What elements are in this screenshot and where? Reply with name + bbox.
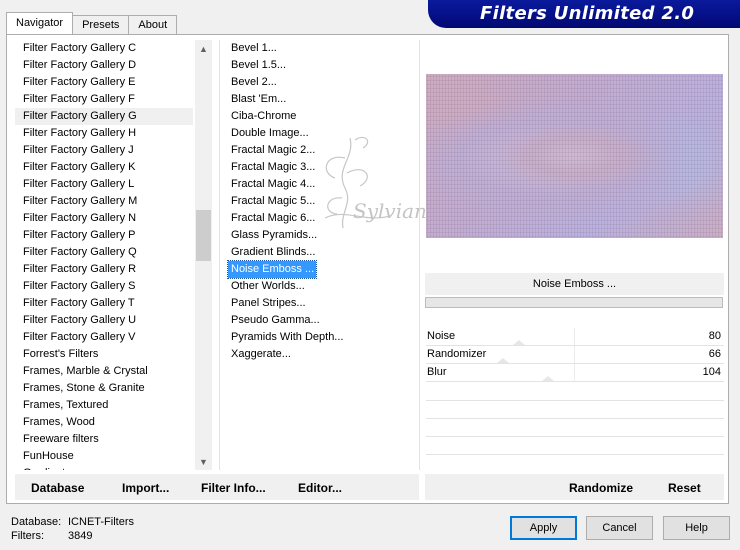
- empty-slider-row: [426, 454, 724, 455]
- category-item[interactable]: Filter Factory Gallery K: [15, 159, 193, 176]
- category-scrollbar[interactable]: ▲ ▼: [195, 40, 212, 470]
- filters-count-label: Filters:: [11, 530, 44, 542]
- import-button[interactable]: Import...: [122, 481, 169, 495]
- tab-strip: Navigator Presets About: [6, 12, 178, 34]
- category-item[interactable]: Filter Factory Gallery E: [15, 74, 193, 91]
- filter-item[interactable]: Bevel 2...: [228, 74, 418, 91]
- filter-item[interactable]: Pyramids With Depth...: [228, 329, 418, 346]
- category-item[interactable]: Filter Factory Gallery R: [15, 261, 193, 278]
- category-item[interactable]: Filter Factory Gallery V: [15, 329, 193, 346]
- slider-label: Blur: [427, 366, 447, 378]
- category-item[interactable]: Filter Factory Gallery S: [15, 278, 193, 295]
- filter-list[interactable]: Bevel 1... Bevel 1.5... Bevel 2... Blast 'E…: [227, 40, 418, 370]
- database-value: ICNET-Filters: [68, 516, 134, 528]
- category-item[interactable]: Filter Factory Gallery J: [15, 142, 193, 159]
- database-label: Database:: [11, 516, 62, 528]
- category-item[interactable]: Filter Factory Gallery N: [15, 210, 193, 227]
- randomize-button[interactable]: Randomize: [569, 481, 633, 495]
- slider-marker[interactable]: [542, 376, 554, 381]
- category-item[interactable]: Freeware filters: [15, 431, 193, 448]
- category-item[interactable]: Filter Factory Gallery L: [15, 176, 193, 193]
- slider-marker[interactable]: [497, 358, 509, 363]
- filter-item[interactable]: Xaggerate...: [228, 346, 418, 363]
- category-list[interactable]: Filter Factory Gallery C Filter Factory G…: [15, 40, 193, 470]
- filter-item[interactable]: Panel Stripes...: [228, 295, 418, 312]
- category-item[interactable]: Filter Factory Gallery C: [15, 40, 193, 57]
- slider-label: Randomizer: [427, 348, 487, 360]
- slider-tick: [574, 346, 575, 363]
- filter-title: Noise Emboss ...: [425, 273, 724, 295]
- slider-marker[interactable]: [513, 340, 525, 345]
- help-button[interactable]: Help: [663, 516, 730, 540]
- scroll-up-icon[interactable]: ▲: [195, 40, 212, 57]
- progress-bar: [425, 297, 723, 308]
- filter-item[interactable]: Ciba-Chrome: [228, 108, 418, 125]
- apply-button[interactable]: Apply: [510, 516, 577, 540]
- slider-value: 66: [708, 348, 721, 360]
- category-item[interactable]: Filter Factory Gallery G: [15, 108, 193, 125]
- filter-item[interactable]: Fractal Magic 6...: [228, 210, 418, 227]
- category-item[interactable]: Frames, Wood: [15, 414, 193, 431]
- filter-item[interactable]: Gradient Blinds...: [228, 244, 418, 261]
- filters-count-value: 3849: [68, 530, 93, 542]
- empty-slider-row: [426, 400, 724, 401]
- tab-presets[interactable]: Presets: [72, 15, 130, 34]
- banner-title: Filters Unlimited 2.0: [480, 3, 695, 24]
- category-item[interactable]: Filter Factory Gallery P: [15, 227, 193, 244]
- category-item[interactable]: Filter Factory Gallery T: [15, 295, 193, 312]
- category-item[interactable]: FunHouse: [15, 448, 193, 465]
- category-item[interactable]: Filter Factory Gallery F: [15, 91, 193, 108]
- category-item[interactable]: Filter Factory Gallery D: [15, 57, 193, 74]
- divider: [419, 40, 420, 470]
- slider-label: Noise: [427, 330, 456, 342]
- category-item[interactable]: Filter Factory Gallery M: [15, 193, 193, 210]
- filter-item[interactable]: Blast 'Em...: [228, 91, 418, 108]
- category-item[interactable]: Frames, Stone & Granite: [15, 380, 193, 397]
- filter-item[interactable]: Glass Pyramids...: [228, 227, 418, 244]
- empty-slider-row: [426, 436, 724, 437]
- divider: [219, 40, 220, 470]
- filter-item[interactable]: Fractal Magic 4...: [228, 176, 418, 193]
- slider-tick: [574, 328, 575, 345]
- filter-item[interactable]: Bevel 1.5...: [228, 57, 418, 74]
- tab-about[interactable]: About: [128, 15, 178, 34]
- slider-blur[interactable]: Blur 104: [426, 364, 724, 382]
- category-item[interactable]: Forrest's Filters: [15, 346, 193, 363]
- category-item[interactable]: Filter Factory Gallery H: [15, 125, 193, 142]
- left-button-bar: Database Import... Filter Info... Editor…: [15, 474, 419, 500]
- filter-item[interactable]: Other Worlds...: [228, 278, 418, 295]
- slider-noise[interactable]: Noise 80: [426, 328, 724, 346]
- empty-slider-row: [426, 418, 724, 419]
- filter-item[interactable]: Pseudo Gamma...: [228, 312, 418, 329]
- tab-navigator[interactable]: Navigator: [6, 12, 74, 34]
- filter-item[interactable]: Double Image...: [228, 125, 418, 142]
- category-item[interactable]: Filter Factory Gallery Q: [15, 244, 193, 261]
- editor-button[interactable]: Editor...: [298, 481, 342, 495]
- scroll-thumb[interactable]: [196, 210, 211, 261]
- slider-tick: [574, 364, 575, 381]
- cancel-button[interactable]: Cancel: [586, 516, 653, 540]
- filter-item[interactable]: Fractal Magic 2...: [228, 142, 418, 159]
- filter-info-button[interactable]: Filter Info...: [201, 481, 266, 495]
- preview-image: [426, 74, 723, 238]
- filter-item[interactable]: Noise Emboss ...: [227, 260, 317, 279]
- category-item[interactable]: Filter Factory Gallery U: [15, 312, 193, 329]
- right-button-bar: Randomize Reset: [425, 474, 724, 500]
- scroll-down-icon[interactable]: ▼: [195, 453, 212, 470]
- category-item[interactable]: Frames, Textured: [15, 397, 193, 414]
- filter-item[interactable]: Fractal Magic 3...: [228, 159, 418, 176]
- slider-randomizer[interactable]: Randomizer 66: [426, 346, 724, 364]
- filter-item[interactable]: Fractal Magic 5...: [228, 193, 418, 210]
- database-button[interactable]: Database: [31, 481, 84, 495]
- reset-button[interactable]: Reset: [668, 481, 701, 495]
- slider-value: 80: [708, 330, 721, 342]
- slider-value: 104: [702, 366, 721, 378]
- category-item[interactable]: Gradient: [15, 465, 193, 470]
- category-item[interactable]: Frames, Marble & Crystal: [15, 363, 193, 380]
- filter-item[interactable]: Bevel 1...: [228, 40, 418, 57]
